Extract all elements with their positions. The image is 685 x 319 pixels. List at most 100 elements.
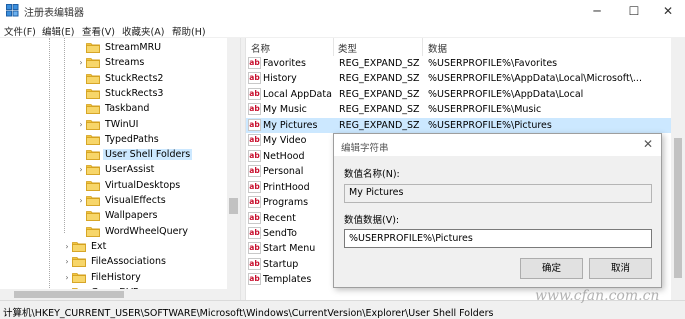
folder-icon [86,165,100,176]
chevron-right-icon[interactable]: › [76,165,86,174]
dialog-close-icon[interactable]: ✕ [641,137,655,151]
string-value-icon: ab [248,149,261,162]
string-value-icon: ab [248,118,261,131]
value-name: Startup [263,258,299,270]
tree-item-label: StreamMRU [105,42,162,53]
tree-item[interactable]: User Shell Folders [76,147,193,162]
menu-view[interactable]: 查看(V) [82,24,115,38]
tree-item[interactable]: StuckRects3 [76,86,163,101]
string-value-icon: ab [248,103,261,116]
tree-scroll-thumb[interactable] [229,198,238,214]
tree-item[interactable]: Wallpapers [76,208,157,223]
tree-item[interactable]: › Ext [62,239,106,254]
tree-item[interactable]: › TWinUI [76,117,138,132]
string-value-icon: ab [248,134,261,147]
string-value-icon: ab [248,87,261,100]
tree-item-label: Taskband [105,103,150,115]
list-vertical-scrollbar[interactable] [671,38,685,300]
string-value-icon: ab [248,257,261,270]
column-separator[interactable] [333,38,334,56]
menu-file[interactable]: 文件(F) [4,24,36,38]
folder-icon [86,150,100,160]
value-type: REG_EXPAND_SZ [339,104,420,116]
chevron-right-icon[interactable]: › [62,257,72,266]
string-value-icon: ab [248,57,261,69]
value-data: %USERPROFILE%\AppData\Local [428,88,584,100]
list-item[interactable]: ab Local AppData REG_EXPAND_SZ %USERPROFILE… [246,87,676,102]
column-header-name[interactable]: 名称 [251,41,270,55]
value-data-label: 数值数据(V): [344,215,400,226]
chevron-right-icon[interactable]: › [76,120,86,129]
value-name: Local AppData [263,88,332,100]
status-path: 计算机\HKEY_CURRENT_USER\SOFTWARE\Microsoft… [3,308,494,319]
menu-bar: 文件(F) 编辑(E) 查看(V) 收藏夹(A) 帮助(H) [0,22,685,38]
tree-horizontal-scrollbar[interactable] [0,289,240,300]
tree-item[interactable]: TypedPaths [76,132,159,147]
value-data-input[interactable] [344,229,652,248]
value-type: REG_EXPAND_SZ [339,58,420,69]
minimize-button[interactable]: ─ [580,0,614,22]
tree-item[interactable]: WordWheelQuery [76,224,188,239]
tree-item[interactable]: › Streams [76,55,144,70]
tree-item[interactable]: › FileAssociations [62,254,166,269]
list-item[interactable]: ab Favorites REG_EXPAND_SZ %USERPROFILE%\Fa… [246,56,676,71]
folder-icon [86,211,100,222]
menu-favorites[interactable]: 收藏夹(A) [122,24,164,38]
folder-icon [86,196,100,206]
ok-button[interactable]: 确定 [520,258,583,279]
tree-item[interactable]: › FileHistory [62,270,140,285]
tree-item[interactable]: StreamMRU [76,40,161,55]
tree-item-label: Streams [105,57,145,69]
tree-item[interactable]: › VisualEffects [76,193,165,208]
menu-help[interactable]: 帮助(H) [172,24,206,38]
value-type: REG_EXPAND_SZ [339,119,420,131]
tree-item-label: FileAssociations [91,256,166,268]
close-icon: ✕ [662,4,674,18]
string-value-icon: ab [248,72,261,85]
column-separator[interactable] [422,38,423,56]
maximize-button[interactable]: ☐ [617,0,651,22]
tree-item-label: StuckRects2 [105,72,164,84]
tree-item-label: Ext [91,240,107,252]
chevron-right-icon[interactable]: › [62,273,72,282]
chevron-right-icon[interactable]: › [62,242,72,251]
tree-item-label: UserAssist [105,164,155,176]
folder-icon [72,241,86,252]
folder-icon [86,226,100,237]
list-scroll-thumb[interactable] [674,138,682,278]
string-value-icon: ab [248,196,261,209]
folder-icon [86,73,100,84]
list-item[interactable]: ab My Pictures REG_EXPAND_SZ %USERPROFILE%\… [246,117,676,133]
folder-icon [86,134,100,145]
tree-item-label: TypedPaths [105,133,159,145]
column-header-data[interactable]: 数据 [428,41,447,55]
value-type: REG_EXPAND_SZ [339,88,420,100]
value-name: Recent [263,212,296,224]
list-item[interactable]: ab History REG_EXPAND_SZ %USERPROFILE%\AppD… [246,71,676,86]
tree-item-label: WordWheelQuery [105,225,189,237]
tree-item[interactable]: VirtualDesktops [76,178,180,193]
value-name: Programs [263,197,309,209]
string-value-icon: ab [248,180,261,193]
edit-string-dialog: 编辑字符串 ✕ 数值名称(N): My Pictures 数值数据(V): 确定… [333,133,662,288]
tree-item[interactable]: Taskband [76,101,149,116]
tree-hscroll-thumb[interactable] [14,291,124,298]
tree-item[interactable]: StuckRects2 [76,71,163,86]
menu-edit[interactable]: 编辑(E) [42,24,74,38]
string-value-icon: ab [248,273,261,286]
key-tree[interactable]: StreamMRU › Streams StuckRects2 StuckRects3 T… [0,38,240,300]
close-button[interactable]: ✕ [651,0,685,22]
tree-vertical-scrollbar[interactable] [227,38,240,300]
folder-icon [86,119,100,130]
cancel-button[interactable]: 取消 [589,258,652,279]
string-value-icon: ab [248,211,261,224]
chevron-right-icon[interactable]: › [76,58,86,67]
dialog-title: 编辑字符串 [341,143,389,154]
registry-editor-icon [6,4,19,17]
chevron-right-icon[interactable]: › [76,196,86,205]
list-item[interactable]: ab My Music REG_EXPAND_SZ %USERPROFILE%\Mus… [246,102,676,117]
tree-item[interactable]: › UserAssist [76,162,154,177]
value-name: Favorites [263,58,306,69]
column-header-type[interactable]: 类型 [338,41,357,55]
value-name: Start Menu [263,243,316,255]
